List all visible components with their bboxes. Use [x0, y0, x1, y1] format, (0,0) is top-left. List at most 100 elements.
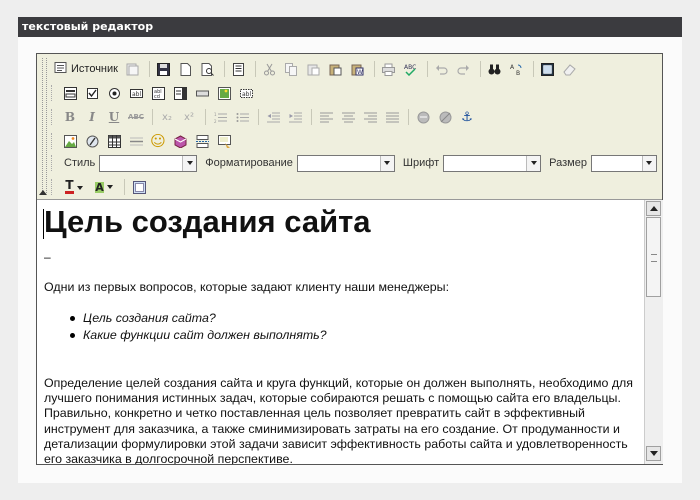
underline-icon: U — [108, 110, 120, 124]
form-button[interactable] — [60, 83, 80, 103]
scroll-up-button[interactable] — [646, 201, 661, 216]
undo-button[interactable] — [432, 59, 452, 79]
toolbar-group-handle — [51, 85, 56, 101]
iframe-icon — [217, 134, 231, 148]
preview-button[interactable] — [198, 59, 218, 79]
chevron-down-icon[interactable] — [526, 155, 541, 171]
vertical-scrollbar[interactable] — [644, 200, 663, 464]
text-color-button[interactable]: T — [60, 177, 88, 197]
paste-text-icon — [329, 64, 342, 75]
bulleted-list-button[interactable] — [232, 107, 252, 127]
subscript-button[interactable]: x₂ — [157, 107, 177, 127]
background-color-button[interactable]: A — [90, 177, 118, 197]
outdent-button[interactable] — [263, 107, 283, 127]
format-select[interactable] — [296, 154, 395, 172]
document-properties-icon — [233, 62, 245, 76]
floppy-disk-icon — [157, 62, 171, 76]
indent-button[interactable] — [285, 107, 305, 127]
paste-button[interactable] — [304, 59, 324, 79]
print-button[interactable] — [379, 59, 399, 79]
text-field-icon: abl — [129, 88, 143, 98]
replace-button[interactable]: AB — [507, 59, 527, 79]
templates-button[interactable] — [123, 59, 143, 79]
redo-button[interactable] — [454, 59, 474, 79]
italic-button[interactable]: I — [82, 107, 102, 127]
document-dash: – — [44, 250, 51, 264]
show-blocks-icon — [132, 180, 146, 194]
html-button-tool[interactable] — [192, 83, 212, 103]
unlink-button[interactable] — [435, 107, 455, 127]
text-color-glyph: T — [65, 178, 74, 194]
justify-button[interactable] — [382, 107, 402, 127]
toolbar-collapse-icon[interactable] — [39, 190, 47, 195]
templates-icon — [126, 63, 139, 75]
special-char-button[interactable] — [170, 131, 190, 151]
page-break-button[interactable] — [192, 131, 212, 151]
flash-icon — [86, 135, 98, 147]
hidden-field-button[interactable]: abl — [236, 83, 256, 103]
size-select[interactable] — [590, 154, 657, 172]
image-button-tool[interactable] — [214, 83, 234, 103]
paste-from-word-button[interactable]: W — [348, 59, 368, 79]
toolbar-separator — [311, 109, 312, 125]
chevron-down-icon — [76, 186, 83, 190]
chevron-down-icon[interactable] — [379, 155, 394, 171]
style-select[interactable] — [99, 154, 198, 172]
toolbar-grip[interactable] — [42, 58, 47, 193]
superscript-button[interactable]: x² — [179, 107, 199, 127]
save-button[interactable] — [154, 59, 174, 79]
copy-button[interactable] — [282, 59, 302, 79]
image-button[interactable] — [60, 131, 80, 151]
find-button[interactable] — [485, 59, 505, 79]
remove-format-button[interactable] — [560, 59, 580, 79]
strikethrough-button[interactable]: ABC — [126, 107, 146, 127]
select-field-button[interactable] — [170, 83, 190, 103]
text-field-button[interactable]: abl — [126, 83, 146, 103]
toolbar-separator — [373, 61, 375, 77]
select-all-button[interactable] — [538, 59, 558, 79]
bold-button[interactable]: B — [60, 107, 80, 127]
underline-button[interactable]: U — [104, 107, 124, 127]
chevron-down-icon[interactable] — [641, 155, 656, 171]
align-center-button[interactable] — [338, 107, 358, 127]
paste-text-button[interactable] — [326, 59, 346, 79]
iframe-button[interactable] — [214, 131, 234, 151]
link-button[interactable] — [413, 107, 433, 127]
preview-icon — [201, 62, 215, 76]
link-icon — [417, 111, 429, 123]
scroll-down-button[interactable] — [646, 446, 661, 461]
radio-button-tool[interactable] — [104, 83, 124, 103]
table-button[interactable] — [104, 131, 124, 151]
toolbar-separator — [205, 109, 206, 125]
font-select[interactable] — [443, 154, 542, 172]
bulleted-list-icon — [236, 112, 249, 122]
new-page-button[interactable] — [176, 59, 196, 79]
align-left-button[interactable] — [316, 107, 336, 127]
strikethrough-icon: ABC — [128, 113, 144, 121]
scissors-icon — [264, 63, 276, 75]
paste-from-word-icon: W — [351, 64, 364, 76]
horizontal-rule-button[interactable] — [126, 131, 146, 151]
toolbar: Источник W ABC A B abl abl cd abl B I U … — [37, 54, 662, 200]
document-bullet-list: Цель создания сайта? Какие функции сайт … — [70, 310, 327, 344]
scroll-thumb[interactable] — [646, 217, 661, 297]
toolbar-separator — [254, 61, 256, 77]
smiley-button[interactable]: ☺ — [148, 131, 168, 151]
document-properties-button[interactable] — [229, 59, 249, 79]
numbered-list-button[interactable]: 12 — [210, 107, 230, 127]
flash-button[interactable] — [82, 131, 102, 151]
spellcheck-button[interactable]: ABC — [401, 59, 421, 79]
page-break-icon — [195, 134, 209, 148]
cut-button[interactable] — [260, 59, 280, 79]
anchor-button[interactable]: ⚓ — [457, 107, 477, 127]
window-title-bar: текстовый редактор — [18, 17, 682, 37]
source-button[interactable]: Источник — [51, 59, 121, 79]
textarea-button[interactable]: abl cd — [148, 83, 168, 103]
svg-text:A: A — [510, 64, 515, 71]
chevron-down-icon[interactable] — [182, 155, 197, 171]
checkbox-button[interactable] — [82, 83, 102, 103]
textarea-icon: ablcd — [151, 86, 165, 100]
align-right-button[interactable] — [360, 107, 380, 127]
editor-content[interactable]: Цель создания сайта – Одни из первых воп… — [37, 200, 644, 464]
show-blocks-button[interactable] — [129, 177, 149, 197]
